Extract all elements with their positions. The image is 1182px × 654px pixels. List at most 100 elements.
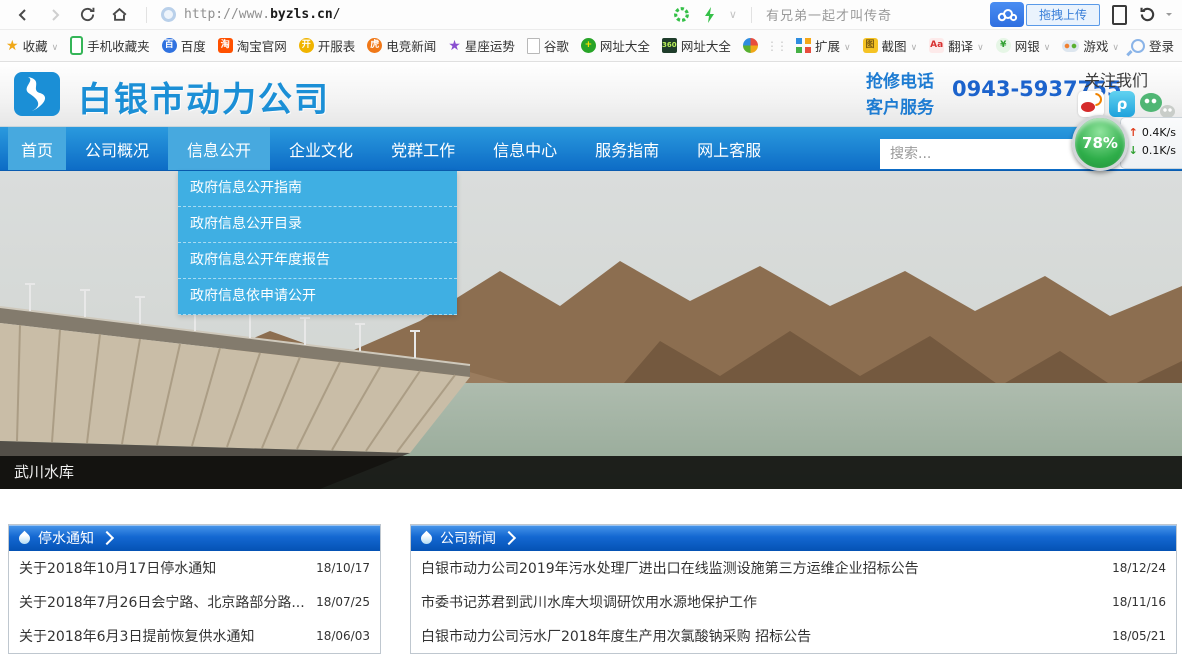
undo-icon[interactable] — [1138, 6, 1156, 24]
bookmark-item[interactable]: 虎 电竞新闻 — [361, 34, 442, 58]
chevron-right-icon[interactable] — [502, 531, 516, 545]
bookmark-item[interactable]: 开 开服表 — [293, 34, 362, 58]
address-bar[interactable]: http://www.byzls.cn/ — [161, 7, 341, 22]
wechat-icon[interactable] — [1140, 91, 1176, 119]
news-date: 18/05/21 — [1112, 629, 1166, 643]
nav-item-label: 党群工作 — [391, 137, 455, 161]
download-progress-badge[interactable]: 78% — [1072, 115, 1128, 171]
tool-icon — [796, 38, 811, 53]
bookmark-item[interactable]: 淘 淘宝官网 — [212, 34, 293, 58]
news-date: 18/11/16 — [1112, 595, 1166, 609]
company-logo-icon[interactable] — [14, 72, 60, 116]
bookmark-icon — [527, 38, 540, 54]
browser-tool-item[interactable]: ¥ 网银 — [990, 34, 1057, 58]
bookmark-item[interactable]: 白银市动 — [737, 34, 762, 58]
upload-speed: 0.4K/s — [1142, 124, 1176, 142]
chevron-down-icon — [911, 38, 918, 53]
bookmark-item[interactable]: 手机收藏夹 — [64, 34, 156, 58]
bookmark-item[interactable]: ★ 收藏 — [0, 34, 64, 58]
panel-title: 公司新闻 — [440, 528, 496, 548]
download-speed: 0.1K/s — [1142, 142, 1176, 160]
news-title[interactable]: 白银市动力公司污水厂2018年度生产用次氯酸钠采购 招标公告 — [421, 626, 811, 646]
news-title[interactable]: 市委书记苏君到武川水库大坝调研饮用水源地保护工作 — [421, 592, 757, 612]
search-suggestion-text[interactable]: 有兄弟一起才叫传奇 — [766, 5, 892, 24]
list-item[interactable]: 市委书记苏君到武川水库大坝调研饮用水源地保护工作 18/11/16 — [411, 585, 1176, 619]
bookmark-label: 开服表 — [318, 36, 356, 55]
dropdown-item[interactable]: 政府信息公开指南 — [178, 171, 457, 207]
drag-upload-label: 拖拽上传 — [1026, 4, 1100, 26]
tool-label: 截图 — [882, 36, 907, 55]
nav-item[interactable]: 信息中心 — [474, 127, 576, 170]
site-info-icon[interactable] — [161, 7, 176, 22]
nav-item[interactable]: 网上客服 — [678, 127, 780, 170]
dropdown-item[interactable]: 政府信息依申请公开 — [178, 279, 457, 315]
back-icon[interactable] — [14, 6, 32, 24]
chevron-down-icon — [1044, 38, 1051, 53]
drag-handle-icon[interactable]: ⋮⋮ — [766, 39, 786, 53]
chevron-right-icon[interactable] — [100, 531, 114, 545]
nav-item[interactable]: 服务指南 — [576, 127, 678, 170]
browser-tool-item[interactable]: 图 截图 — [857, 34, 924, 58]
shutter-icon[interactable] — [673, 6, 691, 24]
nav-item[interactable]: 首页 — [8, 127, 66, 170]
list-item[interactable]: 白银市动力公司2019年污水处理厂进出口在线监测设施第三方运维企业招标公告 18… — [411, 551, 1176, 585]
nav-item-label: 信息公开 — [187, 137, 251, 161]
lightning-icon[interactable] — [701, 6, 719, 24]
nav-item[interactable]: 企业文化 — [270, 127, 372, 170]
chevron-down-icon[interactable] — [1166, 13, 1172, 19]
browser-tool-item[interactable]: Aa 翻译 — [923, 34, 990, 58]
list-item[interactable]: 关于2018年6月3日提前恢复供水通知 18/06/03 — [9, 619, 380, 653]
site-title: 白银市动力公司 — [78, 72, 330, 121]
news-title[interactable]: 白银市动力公司2019年污水处理厂进出口在线监测设施第三方运维企业招标公告 — [421, 558, 919, 578]
notice-title[interactable]: 关于2018年7月26日会宁路、北京路部分路... — [19, 592, 305, 612]
site-header: 白银市动力公司 抢修电话 客户服务 0943-5937755 关注我们 — [0, 62, 1182, 127]
nav-item-label: 信息中心 — [493, 137, 557, 161]
follow-us-label: 关注我们 — [1084, 67, 1148, 91]
nav-item-label: 服务指南 — [595, 137, 659, 161]
device-icon[interactable] — [1110, 6, 1128, 24]
dropdown-item[interactable]: 政府信息公开目录 — [178, 207, 457, 243]
list-item[interactable]: 关于2018年10月17日停水通知 18/10/17 — [9, 551, 380, 585]
nav-item-label: 网上客服 — [697, 137, 761, 161]
refresh-icon[interactable] — [78, 6, 96, 24]
tool-label: 扩展 — [815, 36, 840, 55]
netdisk-upload-button[interactable]: 拖拽上传 — [990, 2, 1100, 27]
tool-label: 翻译 — [948, 36, 973, 55]
browser-tool-item[interactable]: 游戏 — [1056, 34, 1125, 58]
tencent-weibo-icon[interactable] — [1109, 91, 1135, 117]
forward-icon[interactable] — [46, 6, 64, 24]
bookmark-icon: 开 — [299, 38, 314, 53]
nav-item[interactable]: 公司概况 — [66, 127, 168, 170]
bookmark-icon — [70, 36, 83, 55]
list-item[interactable]: 关于2018年7月26日会宁路、北京路部分路... 18/07/25 — [9, 585, 380, 619]
browser-tool-item[interactable]: 登录 — [1125, 34, 1180, 58]
dropdown-item[interactable]: 政府信息公开年度报告 — [178, 243, 457, 279]
upload-arrow-icon: ↑ — [1129, 124, 1138, 142]
bookmark-item[interactable]: + 网址大全 — [575, 34, 656, 58]
notice-title[interactable]: 关于2018年6月3日提前恢复供水通知 — [19, 626, 254, 646]
nav-item[interactable]: 信息公开 — [168, 127, 270, 170]
home-icon[interactable] — [110, 6, 128, 24]
notice-title[interactable]: 关于2018年10月17日停水通知 — [19, 558, 216, 578]
bookmark-item[interactable]: 百 百度 — [156, 34, 212, 58]
bookmark-item[interactable]: 谷歌 — [521, 34, 575, 58]
tool-icon: Aa — [929, 38, 944, 53]
nav-item[interactable]: 党群工作 — [372, 127, 474, 170]
chevron-down-icon[interactable]: ∨ — [729, 8, 737, 21]
tool-icon — [1131, 39, 1145, 53]
notice-date: 18/07/25 — [316, 595, 370, 609]
water-outage-panel: 停水通知 关于2018年10月17日停水通知 18/10/17 关于2018年7… — [8, 524, 381, 654]
water-drop-icon — [17, 530, 33, 546]
toolbar-separator — [146, 7, 147, 23]
url-prefix: http://www. — [184, 7, 270, 22]
panel-title: 停水通知 — [38, 528, 94, 548]
bookmark-item[interactable]: ★ 星座运势 — [442, 34, 521, 58]
weibo-icon[interactable] — [1078, 91, 1104, 117]
company-news-panel: 公司新闻 白银市动力公司2019年污水处理厂进出口在线监测设施第三方运维企业招标… — [410, 524, 1177, 654]
bookmark-label: 淘宝官网 — [237, 36, 287, 55]
url-text[interactable]: http://www.byzls.cn/ — [184, 7, 341, 22]
list-item[interactable]: 白银市动力公司污水厂2018年度生产用次氯酸钠采购 招标公告 18/05/21 — [411, 619, 1176, 653]
bookmark-item[interactable]: 360 网址大全 — [656, 34, 737, 58]
browser-tool-item[interactable]: 扩展 — [790, 34, 857, 58]
bookmark-icon: 虎 — [367, 38, 382, 53]
